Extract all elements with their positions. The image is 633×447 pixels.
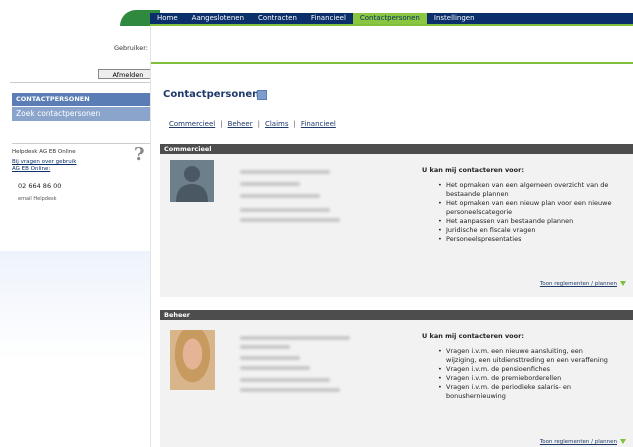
user-label: Gebruiker: [113,44,148,52]
tab-beheer[interactable]: Beheer [228,120,253,128]
header-rule [151,62,633,64]
blurred-contact-address [240,388,340,392]
section-header-beheer: Beheer [160,310,633,320]
sidebar: Gebruiker: Afmelden CONTACTPERSONEN Zoek… [0,26,162,447]
topic-item: Vragen i.v.m. de periodieke salaris- en [436,383,633,392]
topic-item-continuation: personeelscategorie [446,208,513,216]
tab-bar: Commercieel | Beheer | Claims | Financieel [169,120,336,128]
nav-instellingen[interactable]: Instellingen [427,13,482,24]
blurred-contact-email [240,208,330,212]
blurred-contact-role [240,356,300,360]
contact-topics-list: Het opmaken van een algemeen overzicht v… [436,181,633,244]
show-regulations-label[interactable]: Toon reglementen / plannen [540,439,617,445]
topic-item-continuation: bonushernieuwing [446,392,506,400]
contact-topics-list: Vragen i.v.m. een nieuwe aansluiting, ee… [436,347,633,401]
tab-financieel[interactable]: Financieel [301,120,336,128]
topic-item: Het opmaken van een nieuw plan voor een … [436,199,633,208]
topic-item: personeelscategorie [436,208,633,217]
topic-item-continuation: bestaande plannen [446,190,509,198]
helpdesk-link-line2[interactable]: AG EB Online: [12,166,76,173]
blurred-contact-email [240,378,330,382]
nav-financieel[interactable]: Financieel [304,13,353,24]
tab-claims[interactable]: Claims [265,120,289,128]
blurred-contact-phone [240,366,310,370]
helpdesk-box: Helpdesk AG EB Online Bij vragen over ge… [12,143,150,214]
tab-commercieel[interactable]: Commercieel [169,120,215,128]
helpdesk-phone: 02 664 86 00 [18,182,62,190]
blurred-contact-address [240,218,340,222]
contact-heading: U kan mij contacteren voor: [422,166,524,174]
tab-separator: | [257,120,260,128]
topic-item: bestaande plannen [436,190,633,199]
blurred-contact-name [240,336,350,340]
nav-home[interactable]: Home [150,13,185,24]
nav-contracten[interactable]: Contracten [251,13,304,24]
contact-card-commercieel: U kan mij contacteren voor: Het opmaken … [160,154,633,297]
show-regulations-link[interactable]: Toon reglementen / plannen [540,281,626,287]
show-regulations-label[interactable]: Toon reglementen / plannen [540,281,617,287]
sidebar-divider [10,82,150,83]
contact-photo [170,330,215,390]
topic-item: Juridische en fiscale vragen [436,226,633,235]
question-mark-icon: ? [134,144,145,165]
blurred-contact-phone [240,182,300,186]
topic-item: Vragen i.v.m. de premieborderellen [436,374,633,383]
topic-item-continuation: wijziging, een uitdiensttreding en een v… [446,356,608,364]
sidebar-item-zoek-contactpersonen[interactable]: Zoek contactpersonen [12,107,150,121]
nav-aangeslotenen[interactable]: Aangeslotenen [185,13,251,24]
info-icon[interactable] [257,90,267,100]
blurred-contact-title [240,345,290,349]
expand-arrow-icon[interactable] [620,281,626,286]
topic-item: bonushernieuwing [436,392,633,401]
helpdesk-email-link[interactable]: email Helpdesk [18,196,57,202]
page-title: Contactpersonen [163,89,260,100]
contact-heading: U kan mij contacteren voor: [422,332,524,340]
helpdesk-link-line1[interactable]: Bij vragen over gebruik [12,159,76,166]
section-header-commercieel: Commercieel [160,144,633,154]
expand-arrow-icon[interactable] [620,439,626,444]
blurred-contact-fax [240,194,320,198]
blurred-contact-name [240,170,330,174]
tab-separator: | [220,120,223,128]
helpdesk-title: Helpdesk AG EB Online [12,149,76,155]
sidebar-item-contactpersonen[interactable]: CONTACTPERSONEN [12,93,150,106]
top-nav: Home Aangeslotenen Contracten Financieel… [150,13,482,24]
login-box: Gebruiker: Afmelden [10,30,162,79]
topic-item: Vragen i.v.m. de pensioenfiches [436,365,633,374]
topic-item: Vragen i.v.m. een nieuwe aansluiting, ee… [436,347,633,356]
helpdesk-link[interactable]: Bij vragen over gebruik AG EB Online: [12,159,76,173]
topic-item: Het opmaken van een algemeen overzicht v… [436,181,633,190]
logout-button[interactable]: Afmelden [98,69,158,79]
main-content: Contactpersonen Commercieel | Beheer | Claim… [150,26,633,447]
contact-card-beheer: U kan mij contacteren voor: Vragen i.v.m… [160,320,633,447]
sidebar-tint [0,251,150,361]
avatar-placeholder [170,160,214,202]
tab-separator: | [293,120,296,128]
person-silhouette-icon [176,166,208,202]
topic-item: wijziging, een uitdiensttreding en een v… [436,356,633,365]
topic-item: Het aanpassen van bestaande plannen [436,217,633,226]
nav-contactpersonen[interactable]: Contactpersonen [352,13,427,24]
topic-item: Personeelspresentaties [436,235,633,244]
top-bar: Home Aangeslotenen Contracten Financieel… [0,0,633,26]
show-regulations-link[interactable]: Toon reglementen / plannen [540,439,626,445]
